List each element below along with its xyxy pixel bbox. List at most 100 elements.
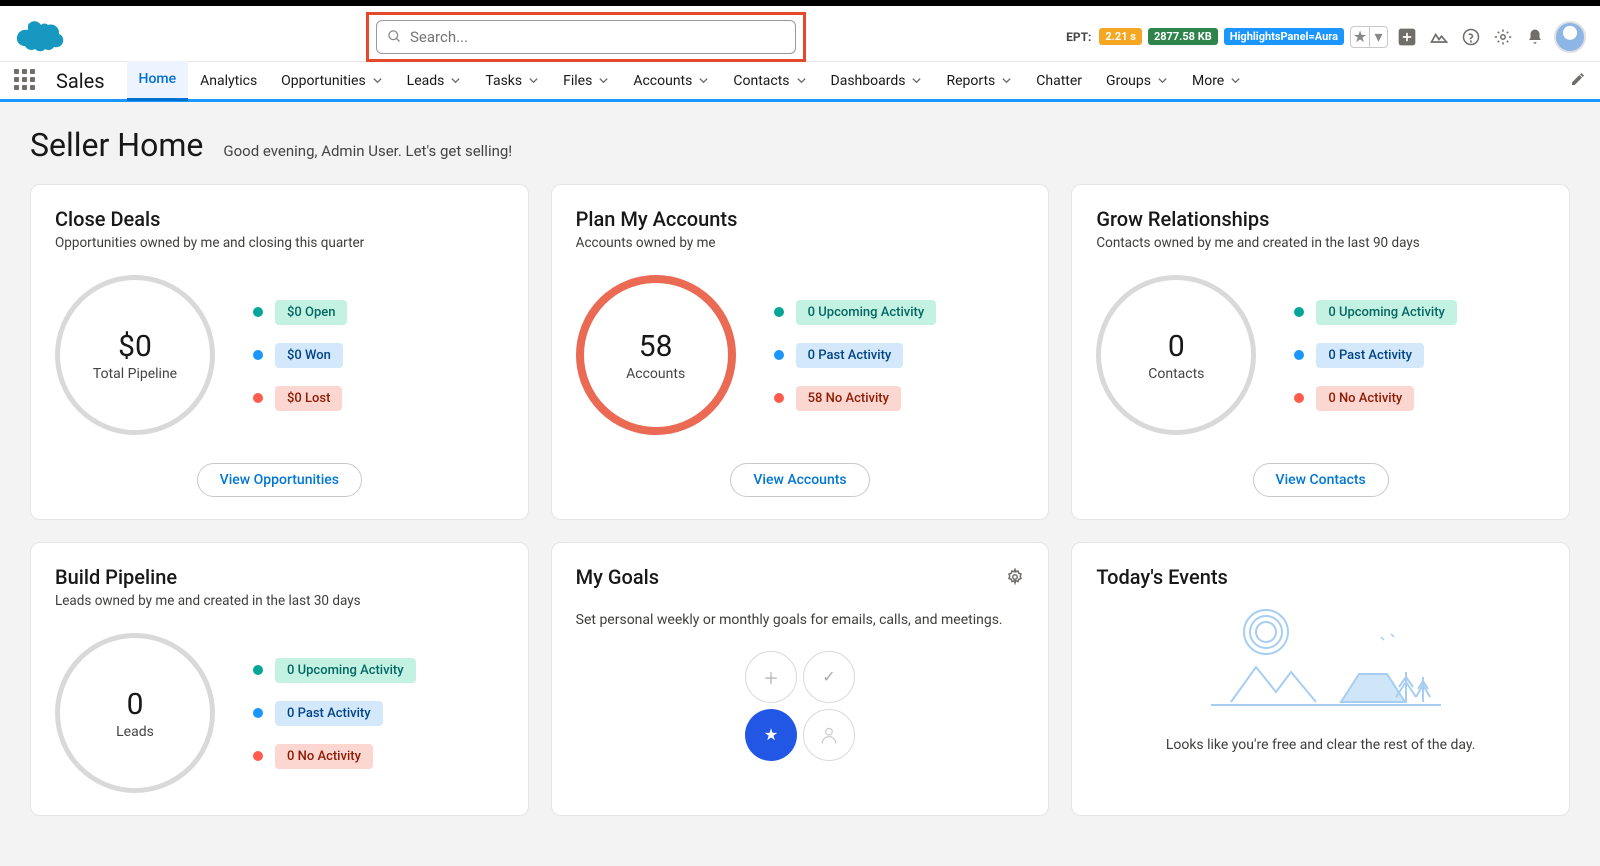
nav-item-reports[interactable]: Reports bbox=[934, 61, 1024, 101]
chevron-down-icon bbox=[528, 75, 539, 86]
legend-dot bbox=[1294, 393, 1304, 403]
view-accounts-button[interactable]: View Accounts bbox=[730, 463, 869, 497]
events-empty-text: Looks like you're free and clear the res… bbox=[1096, 737, 1545, 753]
view-opportunities-button[interactable]: View Opportunities bbox=[197, 463, 362, 497]
legend-chip[interactable]: 58 No Activity bbox=[796, 386, 901, 411]
add-icon[interactable] bbox=[1394, 24, 1420, 50]
nav-item-more[interactable]: More bbox=[1180, 61, 1253, 101]
nav-item-label: Dashboards bbox=[831, 73, 906, 89]
chevron-down-icon bbox=[450, 75, 461, 86]
goal-add-icon[interactable]: ＋ bbox=[745, 651, 797, 703]
nav-item-leads[interactable]: Leads bbox=[395, 61, 474, 101]
legend-chip[interactable]: 0 Upcoming Activity bbox=[275, 658, 416, 683]
chevron-down-icon bbox=[598, 75, 609, 86]
nav-item-tasks[interactable]: Tasks bbox=[473, 61, 551, 101]
legend-row: $0 Won bbox=[253, 343, 347, 368]
ept-mode-pill: HighlightsPanel=Aura bbox=[1224, 28, 1344, 45]
goal-check-icon[interactable]: ✓ bbox=[803, 651, 855, 703]
card-title: Build Pipeline bbox=[55, 565, 504, 589]
ept-time-pill: 2.21 s bbox=[1099, 28, 1142, 45]
legend-row: 0 Upcoming Activity bbox=[774, 300, 937, 325]
contacts-ring: 0 Contacts bbox=[1096, 275, 1256, 435]
card-title: Plan My Accounts bbox=[576, 207, 1025, 231]
goals-settings-gear-icon[interactable] bbox=[1006, 568, 1024, 590]
nav-item-home[interactable]: Home bbox=[127, 61, 189, 101]
legend-chip[interactable]: 0 No Activity bbox=[1316, 386, 1414, 411]
app-nav: Sales Home Analytics OpportunitiesLeads Tas… bbox=[0, 62, 1600, 102]
search-input[interactable] bbox=[410, 28, 785, 46]
legend-chip[interactable]: $0 Lost bbox=[275, 386, 342, 411]
legend-chip[interactable]: 0 Past Activity bbox=[1316, 343, 1424, 368]
global-search[interactable] bbox=[376, 20, 796, 54]
legend-chip[interactable]: $0 Won bbox=[275, 343, 343, 368]
pipeline-ring: $0 Total Pipeline bbox=[55, 275, 215, 435]
nav-item-files[interactable]: Files bbox=[551, 61, 621, 101]
legend-dot bbox=[774, 350, 784, 360]
legend-chip[interactable]: 0 No Activity bbox=[275, 744, 373, 769]
nav-item-label: Tasks bbox=[485, 73, 522, 89]
star-icon[interactable]: ★ bbox=[1351, 27, 1369, 47]
goals-description: Set personal weekly or monthly goals for… bbox=[576, 611, 1025, 631]
card-title: Grow Relationships bbox=[1096, 207, 1545, 231]
ring-label: Leads bbox=[116, 724, 154, 740]
nav-item-opportunities[interactable]: Opportunities bbox=[269, 61, 395, 101]
nav-item-chatter[interactable]: Chatter bbox=[1024, 61, 1094, 101]
card-plan-accounts: Plan My Accounts Accounts owned by me 58… bbox=[551, 184, 1050, 520]
legend-dot bbox=[253, 665, 263, 675]
legend-dot bbox=[1294, 350, 1304, 360]
nav-item-accounts[interactable]: Accounts bbox=[621, 61, 721, 101]
help-icon[interactable] bbox=[1458, 24, 1484, 50]
card-title: Today's Events bbox=[1096, 565, 1545, 589]
trailhead-icon[interactable] bbox=[1426, 24, 1452, 50]
legend-chip[interactable]: 0 Past Activity bbox=[275, 701, 383, 726]
ept-label: EPT: bbox=[1066, 30, 1091, 44]
card-subtitle: Opportunities owned by me and closing th… bbox=[55, 235, 504, 251]
nav-item-label: Accounts bbox=[633, 73, 692, 89]
events-illustration bbox=[1191, 607, 1451, 721]
legend-chip[interactable]: 0 Past Activity bbox=[796, 343, 904, 368]
page-title: Seller Home bbox=[30, 126, 203, 164]
nav-item-analytics[interactable]: Analytics bbox=[188, 61, 269, 101]
notifications-bell-icon[interactable] bbox=[1522, 24, 1548, 50]
nav-item-contacts[interactable]: Contacts bbox=[721, 61, 818, 101]
nav-item-dashboards[interactable]: Dashboards bbox=[819, 61, 935, 101]
setup-gear-icon[interactable] bbox=[1490, 24, 1516, 50]
card-title: My Goals bbox=[576, 565, 659, 589]
chevron-down-icon bbox=[1001, 75, 1012, 86]
legend-chip[interactable]: 0 Upcoming Activity bbox=[796, 300, 937, 325]
edit-nav-icon[interactable] bbox=[1570, 71, 1586, 91]
legend-row: 0 Upcoming Activity bbox=[1294, 300, 1457, 325]
legend-dot bbox=[1294, 307, 1304, 317]
app-launcher-icon[interactable] bbox=[14, 69, 38, 93]
page-subtitle: Good evening, Admin User. Let's get sell… bbox=[223, 142, 512, 160]
legend-row: 0 No Activity bbox=[1294, 386, 1457, 411]
chevron-down-icon[interactable]: ▾ bbox=[1369, 27, 1387, 47]
favorites-combo[interactable]: ★ ▾ bbox=[1350, 26, 1388, 48]
legend-chip[interactable]: $0 Open bbox=[275, 300, 347, 325]
nav-item-label: Groups bbox=[1106, 73, 1151, 89]
legend-chip[interactable]: 0 Upcoming Activity bbox=[1316, 300, 1457, 325]
goal-person-icon[interactable] bbox=[803, 709, 855, 761]
nav-item-label: More bbox=[1192, 73, 1224, 89]
nav-item-label: Home bbox=[139, 71, 177, 87]
chevron-down-icon bbox=[372, 75, 383, 86]
view-contacts-button[interactable]: View Contacts bbox=[1253, 463, 1389, 497]
salesforce-logo[interactable] bbox=[14, 17, 66, 57]
nav-item-label: Analytics bbox=[200, 73, 257, 89]
page-body: Seller Home Good evening, Admin User. Le… bbox=[0, 102, 1600, 840]
card-title: Close Deals bbox=[55, 207, 504, 231]
ring-label: Accounts bbox=[626, 366, 685, 382]
legend-dot bbox=[253, 751, 263, 761]
goal-star-icon[interactable]: ★ bbox=[745, 709, 797, 761]
legend-dot bbox=[774, 307, 784, 317]
ring-label: Total Pipeline bbox=[93, 366, 177, 382]
nav-item-label: Contacts bbox=[733, 73, 789, 89]
card-subtitle: Accounts owned by me bbox=[576, 235, 1025, 251]
user-avatar[interactable] bbox=[1554, 21, 1586, 53]
app-name: Sales bbox=[56, 69, 105, 93]
card-todays-events: Today's Events Looks like you're free an… bbox=[1071, 542, 1570, 816]
legend-row: 0 Past Activity bbox=[774, 343, 937, 368]
nav-item-label: Chatter bbox=[1036, 73, 1082, 89]
nav-item-groups[interactable]: Groups bbox=[1094, 61, 1180, 101]
legend-dot bbox=[253, 393, 263, 403]
